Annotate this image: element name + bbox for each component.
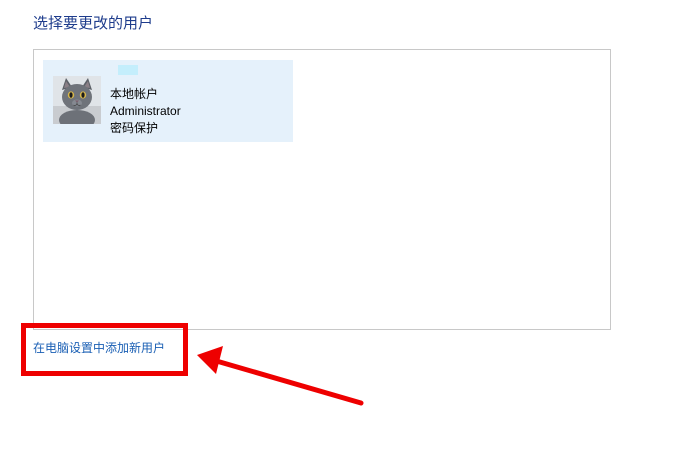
account-name: Administrator [110, 104, 181, 118]
account-info: 本地帐户 Administrator 密码保护 [110, 86, 181, 137]
avatar [53, 76, 101, 124]
cat-avatar-icon [53, 76, 101, 124]
account-name-highlight [118, 65, 138, 75]
account-status: 密码保护 [110, 121, 159, 135]
account-type: 本地帐户 [110, 87, 159, 101]
account-tile-administrator[interactable]: 本地帐户 Administrator 密码保护 [43, 60, 293, 142]
page-title: 选择要更改的用户 [33, 15, 154, 32]
account-list-panel: 本地帐户 Administrator 密码保护 [33, 49, 611, 330]
add-new-user-link[interactable]: 在电脑设置中添加新用户 [33, 340, 165, 356]
